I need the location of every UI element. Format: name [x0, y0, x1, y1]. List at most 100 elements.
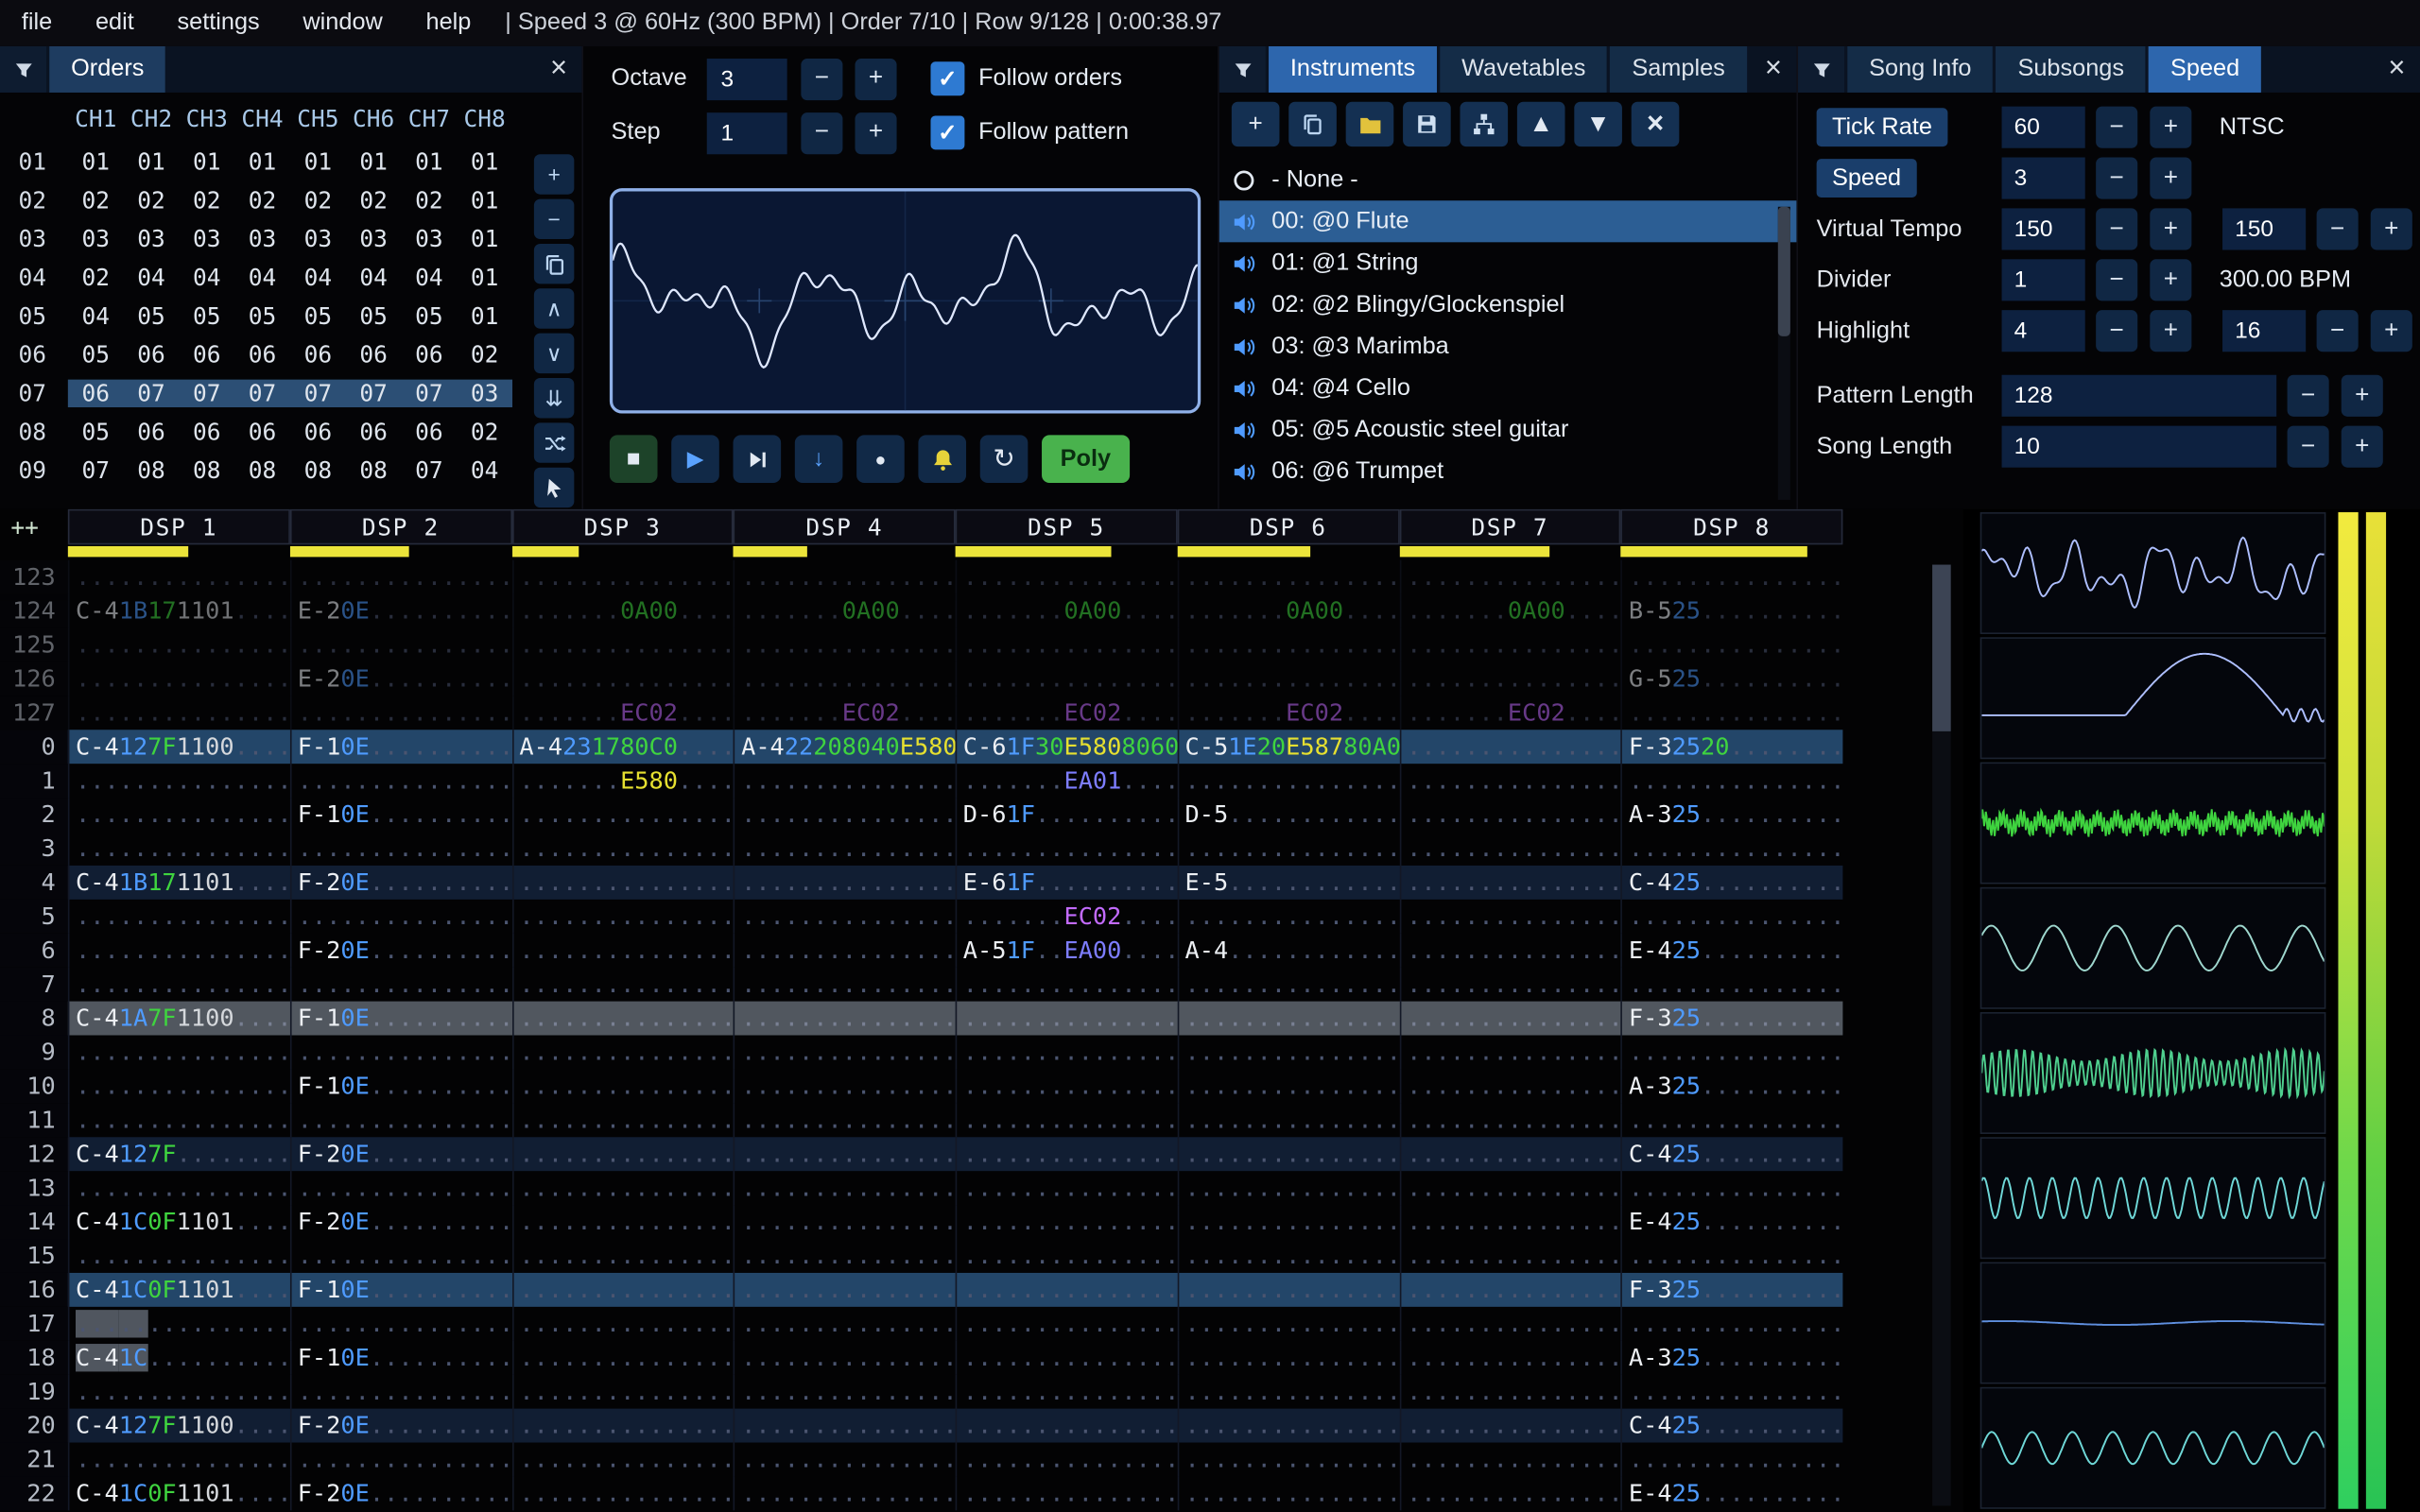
pattern-cell[interactable]: ............... [289, 1239, 511, 1273]
pattern-cell[interactable]: C-41C0F1101.... [67, 1205, 290, 1240]
pattern-cell[interactable]: ............... [1620, 1374, 1842, 1409]
pattern-cell[interactable]: C-61F30E5808060 [955, 730, 1177, 765]
record-button[interactable]: ● [856, 435, 905, 484]
pattern-cell[interactable]: ............... [733, 662, 956, 696]
orders-close-button[interactable]: × [536, 46, 582, 93]
add-instrument-button[interactable]: + [1231, 101, 1280, 147]
pattern-cell[interactable]: ............... [511, 1476, 734, 1511]
pattern-cell[interactable]: ............... [1399, 1239, 1621, 1273]
pattern-cell[interactable]: F-20E.......... [289, 1137, 511, 1172]
pattern-cell[interactable]: C-4127F........ [67, 1137, 290, 1172]
highlight-second-increase-button[interactable]: + [2370, 310, 2412, 352]
pattern-cell[interactable]: ............... [1177, 1103, 1399, 1138]
order-cell[interactable]: 04 [401, 263, 457, 290]
instrument-item[interactable]: 00: @0 Flute [1219, 200, 1797, 243]
pattern-cell[interactable]: ............... [511, 1205, 734, 1240]
order-cell[interactable]: 02 [179, 186, 234, 214]
pattern-cell[interactable]: ............... [955, 1374, 1177, 1409]
order-cell[interactable]: 02 [234, 186, 290, 214]
pattern-cell[interactable]: ............... [1177, 1374, 1399, 1409]
instruments-panel-menu-button[interactable] [1219, 45, 1266, 93]
pattern-cell[interactable]: ............... [289, 832, 511, 866]
step-increase-button[interactable]: + [855, 112, 897, 154]
order-cell[interactable]: 04 [346, 263, 402, 290]
pattern-cell[interactable]: ............... [1620, 1035, 1842, 1070]
pattern-cell[interactable]: ............... [511, 967, 734, 1002]
remove-order-button[interactable]: − [533, 198, 575, 240]
pattern-cell[interactable]: ............... [733, 1442, 956, 1477]
instrument-item[interactable]: 05: @5 Acoustic steel guitar [1219, 409, 1797, 451]
pattern-cell[interactable]: ............... [733, 1035, 956, 1070]
instruments-scrollbar[interactable] [1777, 206, 1790, 500]
pattern-cell[interactable]: ............... [733, 798, 956, 832]
pattern-cell[interactable]: ............... [733, 967, 956, 1002]
order-cell[interactable]: 04 [179, 263, 234, 290]
order-cell[interactable]: 07 [124, 379, 180, 406]
channel-header[interactable]: DSP 8 [1620, 508, 1843, 558]
pattern-cell[interactable]: ............... [1177, 559, 1399, 594]
order-cell[interactable]: 06 [290, 418, 346, 445]
order-cell[interactable]: 01 [179, 147, 234, 175]
order-cell[interactable]: 07 [401, 379, 457, 406]
scrollbar-thumb[interactable] [1932, 564, 1951, 731]
pattern-cell[interactable]: ............... [1620, 832, 1842, 866]
pattern-cell[interactable]: E-5............ [1177, 865, 1399, 900]
virtual-tempo-den-increase-button[interactable]: + [2370, 208, 2412, 250]
pattern-cell[interactable]: ............... [955, 1442, 1177, 1477]
move-instrument-up-button[interactable]: ▲ [1516, 101, 1565, 147]
order-edit-mode-button[interactable] [533, 467, 575, 508]
highlight-first-decrease-button[interactable]: − [2096, 310, 2138, 352]
pattern-cell[interactable]: ............... [733, 1374, 956, 1409]
instrument-item[interactable]: 03: @3 Marimba [1219, 325, 1797, 367]
order-cell[interactable]: 06 [234, 340, 290, 368]
pattern-cell[interactable]: ............... [955, 1408, 1177, 1443]
order-cell[interactable]: 05 [179, 301, 234, 329]
pattern-cell[interactable]: ............... [1177, 1069, 1399, 1104]
pattern-cell[interactable]: F-325.......... [1620, 1272, 1842, 1307]
order-cell[interactable]: 02 [68, 186, 124, 214]
pattern-cell[interactable]: ............... [1399, 899, 1621, 934]
pattern-cell[interactable]: ............... [511, 865, 734, 900]
pattern-cell[interactable]: ............... [1399, 832, 1621, 866]
pattern-cell[interactable]: ............... [1620, 1103, 1842, 1138]
pattern-cell[interactable]: ............... [1177, 1205, 1399, 1240]
pattern-cell[interactable]: D-61F.......... [955, 798, 1177, 832]
order-cell[interactable]: 07 [290, 379, 346, 406]
pattern-length-increase-button[interactable]: + [2341, 374, 2383, 417]
pattern-cell[interactable]: ............... [733, 1340, 956, 1375]
order-cell[interactable]: 03 [68, 225, 124, 252]
pattern-cell[interactable]: F-10E.......... [289, 798, 511, 832]
pattern-cell[interactable]: F-20E.......... [289, 1408, 511, 1443]
pattern-cell[interactable]: C-51E20E58780A0 [1177, 730, 1399, 765]
order-cell[interactable]: 06 [401, 340, 457, 368]
pattern-cell[interactable]: A-422208040E580 [733, 730, 956, 765]
pattern-cell[interactable]: ............... [955, 1069, 1177, 1104]
order-cell[interactable]: 05 [346, 301, 402, 329]
pattern-cell[interactable]: ............... [67, 1374, 290, 1409]
pattern-cell[interactable]: ............... [67, 696, 290, 730]
pattern-cell[interactable]: ............... [733, 1171, 956, 1206]
virtual-tempo-den-decrease-button[interactable]: − [2316, 208, 2359, 250]
pattern-cell[interactable]: ............... [289, 967, 511, 1002]
pattern-cell[interactable]: ............... [733, 1205, 956, 1240]
pattern-cell[interactable]: ............... [67, 1103, 290, 1138]
pattern-cell[interactable]: ............... [1177, 764, 1399, 799]
pattern-cell[interactable]: .......E580.... [511, 764, 734, 799]
order-cell[interactable]: 04 [68, 301, 124, 329]
pattern-cell[interactable]: ............... [511, 1374, 734, 1409]
order-cell[interactable]: 06 [179, 418, 234, 445]
pattern-cell[interactable]: C-425.......... [1620, 865, 1842, 900]
pattern-cell[interactable]: F-10E.......... [289, 1340, 511, 1375]
instrument-folder-view-button[interactable] [1460, 101, 1509, 147]
instrument-item[interactable]: 06: @6 Trumpet [1219, 451, 1797, 492]
pattern-cell[interactable]: ............... [1177, 1171, 1399, 1206]
pattern-cell[interactable]: .......0A00.... [955, 593, 1177, 628]
tab-orders[interactable]: Orders [49, 45, 166, 93]
channel-header[interactable]: DSP 4 [733, 508, 956, 558]
pattern-cell[interactable]: ............... [955, 559, 1177, 594]
menu-help[interactable]: help [405, 9, 493, 37]
pattern-cell[interactable]: ............... [511, 832, 734, 866]
order-cell[interactable]: 01 [290, 147, 346, 175]
pattern-cell[interactable]: ............... [289, 899, 511, 934]
pattern-cell[interactable]: ............... [511, 1239, 734, 1273]
